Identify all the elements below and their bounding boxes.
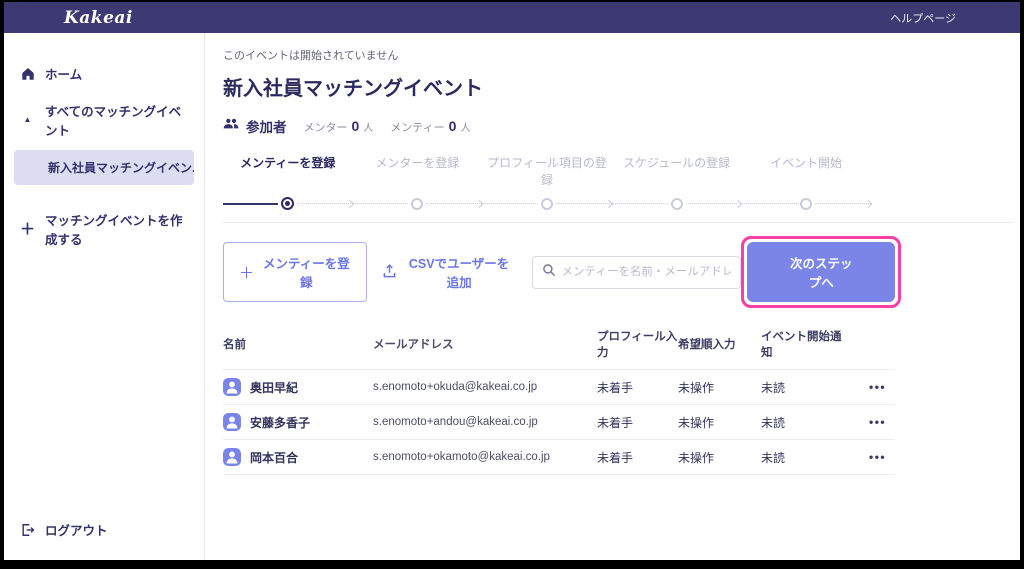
mentee-email: s.enomoto+okuda@kakeai.co.jp [373,381,597,393]
participants-summary: 参加者 メンター 0 人 メンティー 0 人 [223,116,1020,136]
row-more-menu-icon[interactable]: ••• [869,415,886,429]
notice-status: 未読 [761,414,851,431]
sidebar-item-label: すべてのマッチングイベント [45,101,188,139]
sidebar-item-home[interactable]: ホーム [4,55,204,92]
event-stepper: メンティーを登録 メンターを登録 プロフィール項目の登録 スケジュールの登録 イ… [223,154,871,210]
main-content: このイベントは開始されていません 新入社員マッチングイベント 参加者 メンター … [205,33,1020,560]
mentee-email: s.enomoto+andou@kakeai.co.jp [373,416,597,428]
mentee-table: 名前 メールアドレス プロフィール入力 希望順入力 イベント開始通知 奥田早紀 … [223,320,895,475]
mentee-name: 奥田早紀 [250,379,298,396]
chevron-up-icon: ▲ [20,116,35,124]
wish-order-status: 未操作 [678,379,761,396]
table-header-row: 名前 メールアドレス プロフィール入力 希望順入力 イベント開始通知 [223,320,895,370]
step-label-register-schedule: スケジュールの登録 [612,154,742,197]
logout-label: ログアウト [45,520,108,539]
user-avatar-icon [223,378,241,396]
help-page-link[interactable]: ヘルプページ [890,10,956,26]
mentor-count-group: メンター 0 人 [304,118,374,135]
column-header-name: 名前 [223,336,373,352]
step-circle-empty-icon [671,198,683,210]
participants-icon [223,117,239,135]
upload-icon [383,264,396,281]
notice-status: 未読 [761,379,851,396]
mentee-search-input[interactable] [562,266,732,278]
plus-icon: ＋ [239,262,254,283]
sidebar-item-label: マッチングイベントを作成する [45,210,188,248]
step-arrow-icon [864,199,872,207]
step-circle-empty-icon [411,198,423,210]
next-step-button[interactable]: 次のステップへ [747,242,895,302]
kakeai-logo: Kakeai [64,8,133,28]
mentee-name: 安藤多香子 [250,414,310,431]
step-label-register-mentors: メンターを登録 [353,154,483,197]
logout-button[interactable]: ログアウト [4,511,204,548]
mentor-label: メンター [304,119,348,135]
step-node-active [223,197,353,210]
app-window: Kakeai ヘルプページ ホーム ▲ すべてのマッチングイベント 新入社員マッ… [4,2,1020,560]
step-node [353,197,483,210]
table-row: 岡本百合 s.enomoto+okamoto@kakeai.co.jp 未着手 … [223,440,895,475]
table-row: 安藤多香子 s.enomoto+andou@kakeai.co.jp 未着手 未… [223,405,895,440]
section-divider [223,222,1013,223]
column-header-event-start-notice: イベント開始通知 [761,328,851,360]
mentee-name: 岡本百合 [250,449,298,466]
csv-upload-label: CSVでユーザーを追加 [403,253,516,291]
csv-upload-button[interactable]: CSVでユーザーを追加 [383,253,516,291]
step-node [612,197,742,210]
mentee-count: 0 [449,118,457,134]
column-header-email: メールアドレス [373,336,597,352]
row-more-menu-icon[interactable]: ••• [869,380,886,394]
mentor-count: 0 [352,118,360,134]
add-mentee-label: メンティーを登録 [262,253,351,291]
step-node [741,197,871,210]
logout-icon [20,523,35,537]
notice-status: 未読 [761,449,851,466]
sidebar-item-label: ホーム [45,64,82,83]
column-header-profile-input: プロフィール入力 [597,328,678,360]
participants-label: 参加者 [246,116,287,136]
sidebar: ホーム ▲ すべてのマッチングイベント 新入社員マッチングイベン... ＋ マッ… [4,33,205,560]
user-avatar-icon [223,448,241,466]
mentee-count-group: メンティー 0 人 [390,118,470,135]
row-more-menu-icon[interactable]: ••• [869,450,886,464]
profile-status: 未着手 [597,379,678,396]
page-title: 新入社員マッチングイベント [223,72,1020,101]
mentee-toolbar: ＋ メンティーを登録 CSVでユーザーを追加 次のステップへ [223,236,901,308]
mentee-label: メンティー [390,119,444,135]
profile-status: 未着手 [597,449,678,466]
wish-order-status: 未操作 [678,414,761,431]
plus-icon: ＋ [20,222,35,237]
mentee-unit: 人 [460,119,470,134]
step-circle-empty-icon [800,198,812,210]
highlight-annotation-ring: 次のステップへ [741,236,901,308]
step-circle-filled-icon [281,197,294,210]
wish-order-status: 未操作 [678,449,761,466]
step-label-start-event: イベント開始 [741,154,871,197]
top-navigation-bar: Kakeai ヘルプページ [4,2,1020,33]
user-avatar-icon [223,413,241,431]
add-mentee-button[interactable]: ＋ メンティーを登録 [223,242,367,302]
step-label-register-mentees: メンティーを登録 [223,154,353,197]
step-label-register-profile-items: プロフィール項目の登録 [482,154,612,197]
column-header-wish-order: 希望順入力 [678,336,761,352]
mentor-unit: 人 [363,119,373,134]
step-circle-empty-icon [541,198,553,210]
table-row: 奥田早紀 s.enomoto+okuda@kakeai.co.jp 未着手 未操… [223,370,895,405]
mentee-search-box[interactable] [532,256,742,289]
search-icon [542,263,556,282]
sidebar-item-all-events[interactable]: ▲ すべてのマッチングイベント [4,92,204,148]
event-status-note: このイベントは開始されていません [223,47,1020,63]
profile-status: 未着手 [597,414,678,431]
mentee-email: s.enomoto+okamoto@kakeai.co.jp [373,451,597,463]
sidebar-item-current-event[interactable]: 新入社員マッチングイベン... [14,150,194,185]
sidebar-item-create-event[interactable]: ＋ マッチングイベントを作成する [4,201,204,257]
step-node [482,197,612,210]
home-icon [20,67,35,81]
